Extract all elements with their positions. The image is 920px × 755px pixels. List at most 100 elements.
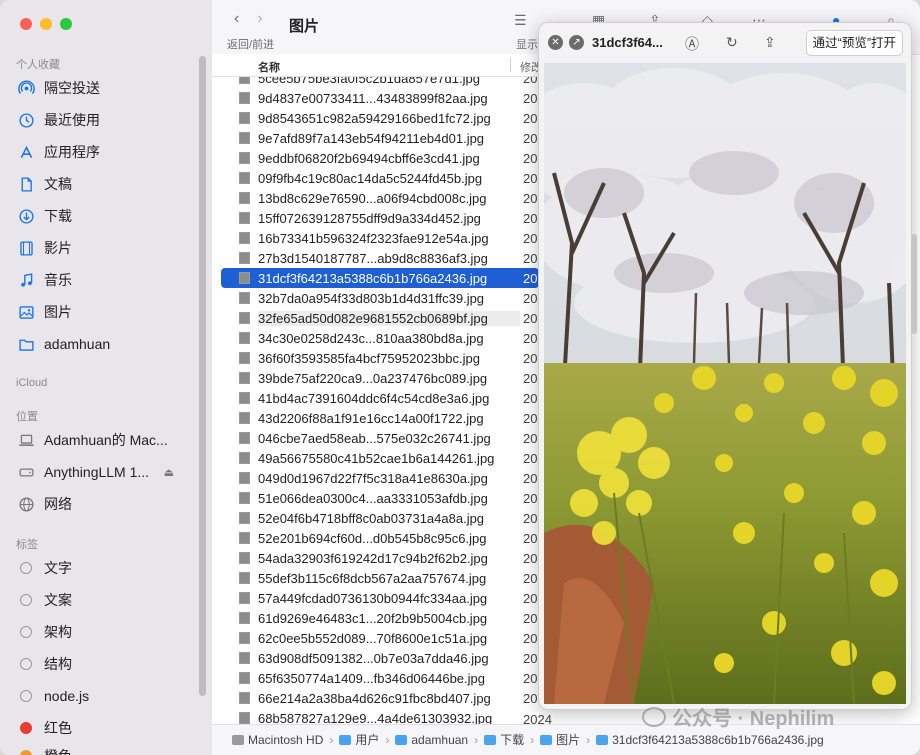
sidebar-item-pictures[interactable]: 图片 [16,300,204,324]
image-thumbnail-icon [239,552,250,564]
sidebar-item-anythingllm-disk[interactable]: AnythingLLM 1... ⏏ [16,460,204,484]
table-row[interactable]: 13bd8c629e76590...a06f94cbd008c.jpg 20 [221,188,539,208]
sidebar-item-mac[interactable]: Adamhuan的 Mac... [16,428,204,452]
table-row[interactable]: 9d8543651c982a59429166bed1fc72.jpg 20 [221,108,539,128]
sidebar-tag-nodejs[interactable]: node.js [16,684,204,708]
zoom-window-button[interactable] [60,18,72,30]
breadcrumb-item[interactable]: 用户 [339,731,379,748]
sidebar-item-applications[interactable]: 应用程序 [16,140,204,164]
photo-icon [16,304,36,321]
table-row[interactable]: 51e066dea0300c4...aa3331053afdb.jpg 20 [221,488,539,508]
quicklook-close-icon[interactable]: ✕ [548,35,563,50]
table-row[interactable]: 15ff072639128755dff9d9a334d452.jpg 20 [221,208,539,228]
breadcrumb-label: Macintosh HD [248,732,324,747]
image-thumbnail-icon [239,572,250,584]
forward-arrow-icon[interactable]: › [257,10,262,28]
table-row[interactable]: 68b587827a129e9...4a4de61303932.jpg 2024年… [221,708,552,724]
file-date: 20 [523,230,538,246]
laptop-icon [16,432,36,449]
sidebar-item-label: 结构 [44,656,72,672]
sidebar-tag-structure[interactable]: 结构 [16,652,204,676]
table-row[interactable]: 57a449fcdad0736130b0944fc334aa.jpg 20 [221,588,539,608]
table-row[interactable]: 62c0ee5b552d089...70f8600e1c51a.jpg 20 [221,628,539,648]
sidebar-tag-red[interactable]: 红色 [16,716,204,740]
network-icon [16,496,36,513]
back-arrow-icon[interactable]: ‹ [234,10,239,28]
sidebar-item-airdrop[interactable]: 隔空投送 [16,76,204,100]
table-row[interactable]: 49a56675580c41b52cae1b6a144261.jpg 20 [221,448,539,468]
breadcrumb-item[interactable]: 31dcf3f64213a5388c6b1b766a2436.jpg [596,733,824,747]
tag-dot-icon [20,626,32,638]
image-thumbnail-icon [239,112,250,124]
table-row[interactable]: 32fe65ad50d082e9681552cb0689bf.jpg 20 [221,308,539,328]
table-row[interactable]: 16b73341b596324f2323fae912e54a.jpg 20 [221,228,539,248]
table-row[interactable]: 049d0d1967d22f7f5c318a41e8630a.jpg 20 [221,468,539,488]
sidebar-scrollbar[interactable] [199,56,206,696]
eject-icon[interactable]: ⏏ [164,466,174,479]
minimize-window-button[interactable] [40,18,52,30]
table-row[interactable]: 36f60f3593585fa4bcf75952023bbc.jpg 20 [221,348,539,368]
file-date: 20 [523,630,538,646]
table-row[interactable]: 54ada32903f619242d17c94b2f62b2.jpg 20 [221,548,539,568]
watermark-text: 公众号 · Nephilim [672,708,835,730]
table-row[interactable]: 9e7afd89f7a143eb54f94211eb4d01.jpg 20 [221,128,539,148]
sidebar-item-network[interactable]: 网络 [16,492,204,516]
sidebar-tag-architecture[interactable]: 架构 [16,620,204,644]
sidebar-item-music[interactable]: 音乐 [16,268,204,292]
table-row[interactable]: 41bd4ac7391604ddc6f4c54cd8e3a6.jpg 20 [221,388,539,408]
sidebar-item-recents[interactable]: 最近使用 [16,108,204,132]
quicklook-scrollbar[interactable] [911,234,917,334]
file-name: 15ff072639128755dff9d9a334d452.jpg [258,210,481,226]
sidebar-item-downloads[interactable]: 下载 [16,204,204,228]
close-window-button[interactable] [20,18,32,30]
sidebar-item-label: 音乐 [44,272,72,288]
table-row[interactable]: 09f9fb4c19c80ac14da5c5244fd45b.jpg 20 [221,168,539,188]
open-with-preview-button[interactable]: 通过“预览”打开 [805,30,903,56]
sidebar-tag-orange[interactable]: 橙色 [16,744,204,755]
breadcrumb-item[interactable]: 图片 [540,731,580,748]
column-separator[interactable] [510,58,511,72]
sidebar-tag-text[interactable]: 文字 [16,556,204,580]
table-row[interactable]: 39bde75af220ca9...0a237476bc089.jpg 20 [221,368,539,388]
table-row[interactable]: 65f6350774a1409...fb346d06446be.jpg 20 [221,668,539,688]
table-row[interactable]: 32b7da0a954f33d803b1d4d31ffc39.jpg 20 [221,288,539,308]
table-row[interactable]: 9eddbf06820f2b69494cbff6e3cd41.jpg 20 [221,148,539,168]
quicklook-share-icon[interactable]: ⇪ [764,34,776,51]
column-name-header[interactable]: 名称 [258,59,280,75]
table-row[interactable]: 046cbe7aed58eab...575e032c26741.jpg 20 [221,428,539,448]
table-row[interactable]: 31dcf3f64213a5388c6b1b766a2436.jpg 20 [221,268,539,288]
table-row[interactable]: 34c30e0258d243c...810aa380bd8a.jpg 20 [221,328,539,348]
table-row[interactable]: 9d4837e00733411...43483899f82aa.jpg 20 [221,88,539,108]
file-date: 20 [523,430,538,446]
rotate-icon[interactable]: ↻ [726,34,738,51]
quicklook-fullscreen-icon[interactable]: ↗ [569,35,584,50]
table-row[interactable]: 52e201b694cf60d...d0b545b8c95c6.jpg 20 [221,528,539,548]
sidebar-item-movies[interactable]: 影片 [16,236,204,260]
table-row[interactable]: 61d9269e46483c1...20f2b9b5004cb.jpg 20 [221,608,539,628]
disk-icon [16,464,36,481]
image-thumbnail-icon [239,412,250,424]
table-row[interactable]: 52e04f6b4718bff8c0ab03731a4a8a.jpg 20 [221,508,539,528]
image-thumbnail-icon [239,192,250,204]
sidebar-item-home[interactable]: adamhuan [16,332,204,356]
breadcrumb-item[interactable]: 下载 [484,731,524,748]
file-name: 49a56675580c41b52cae1b6a144261.jpg [258,450,495,466]
file-name: 27b3d1540187787...ab9d8c8836af3.jpg [258,250,488,266]
file-name: 39bde75af220ca9...0a237476bc089.jpg [258,370,488,386]
table-row[interactable]: 55def3b115c6f8dcb567a2aa757674.jpg 20 [221,568,539,588]
file-name: 55def3b115c6f8dcb567a2aa757674.jpg [258,570,487,586]
image-thumbnail-icon [239,652,250,664]
sidebar-tag-copy[interactable]: 文案 [16,588,204,612]
file-rows: 5cee5b75be3fa0f5c2b1da857e7d1.jpg 20 9d483… [212,68,552,724]
list-view-icon[interactable]: ☰ [514,12,527,29]
breadcrumb-item[interactable]: Macintosh HD [232,733,323,747]
table-row[interactable]: 27b3d1540187787...ab9d8c8836af3.jpg 20 [221,248,539,268]
breadcrumb-item[interactable]: adamhuan [395,733,468,747]
table-row[interactable]: 66e214a2a38ba4d626c91fbc8bd407.jpg 20 [221,688,539,708]
markup-icon[interactable]: Ⓐ [685,34,699,54]
table-row[interactable]: 63d908df5091382...0b7e03a7dda46.jpg 20 [221,648,539,668]
file-date: 20 [523,390,538,406]
sidebar-item-documents[interactable]: 文稿 [16,172,204,196]
file-name: 54ada32903f619242d17c94b2f62b2.jpg [258,550,488,566]
table-row[interactable]: 43d2206f88a1f91e16cc14a00f1722.jpg 20 [221,408,539,428]
